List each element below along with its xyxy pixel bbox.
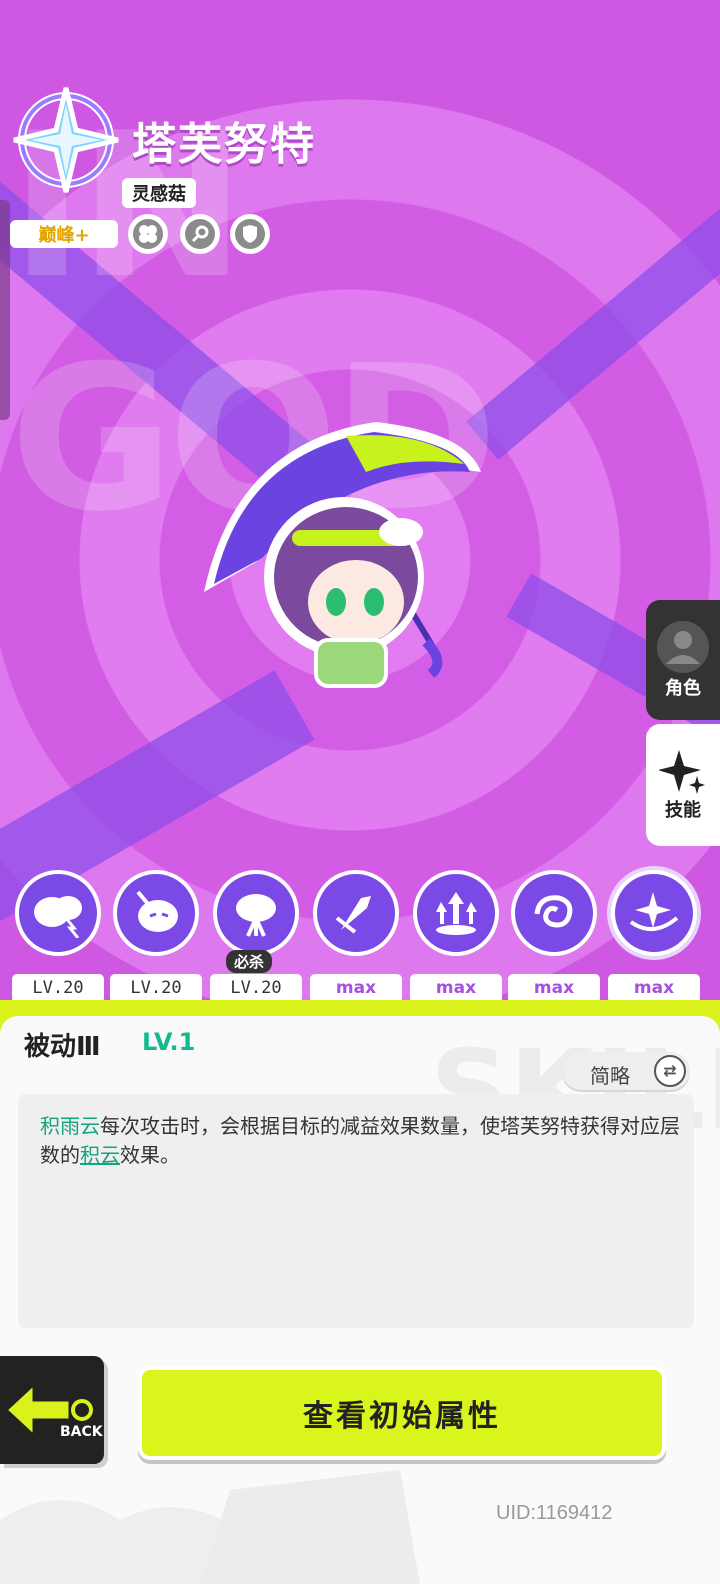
skill-slot-1[interactable]: LV.20	[12, 870, 104, 1002]
skill-description-box: 积雨云每次攻击时，会根据目标的减益效果数量，使塔芙努特获得对应层数的积云效果。	[18, 1094, 694, 1328]
magnifier-icon	[191, 225, 209, 243]
skill-level: LV.20	[110, 974, 202, 1002]
skill-slot-3[interactable]: 必杀 LV.20	[210, 870, 302, 1002]
cloud-burst-icon	[213, 870, 299, 956]
angry-cloud-icon	[113, 870, 199, 956]
trait-clover[interactable]	[128, 214, 168, 254]
skill-slot-7[interactable]: max	[608, 870, 700, 1002]
back-label: BACK	[60, 1424, 104, 1440]
skill-list: LV.20 LV.20 必杀 LV.20 max max max max	[0, 870, 720, 1010]
keyword-link[interactable]: 积云	[80, 1143, 120, 1167]
brief-toggle-button[interactable]: 简略 ⇄	[562, 1052, 690, 1090]
brief-toggle-label: 简略	[590, 1064, 630, 1088]
skill-slot-5[interactable]: max	[410, 870, 502, 1002]
back-arrow-icon: BACK	[3, 1380, 104, 1440]
skill-slot-4[interactable]: max	[310, 870, 402, 1002]
skill-slot-6[interactable]: max	[508, 870, 600, 1002]
character-sprite	[204, 422, 481, 688]
avatar-icon	[657, 621, 709, 673]
side-tab-role[interactable]: 角色	[646, 600, 720, 720]
clover-icon	[139, 225, 157, 243]
trait-magnifier[interactable]	[180, 214, 220, 254]
skill-level: LV.20	[210, 974, 302, 1002]
trait-shield[interactable]	[230, 214, 270, 254]
triple-arrow-icon	[413, 870, 499, 956]
sparkle-icon	[659, 750, 705, 794]
storm-cloud-icon	[15, 870, 101, 956]
emblem-icon	[13, 87, 119, 193]
character-name: 塔芙努特	[132, 119, 316, 170]
description-text: 效果。	[120, 1143, 180, 1167]
arrow-slash-icon	[313, 870, 399, 956]
left-edge-tab[interactable]	[0, 200, 10, 420]
skill-slot-2[interactable]: LV.20	[110, 870, 202, 1002]
swap-icon: ⇄	[654, 1055, 686, 1087]
skill-level: max	[310, 974, 402, 1002]
uid-label: UID:1169412	[496, 1502, 613, 1524]
side-nav: 角色 技能	[646, 600, 720, 846]
skill-title: 被动Ⅲ	[24, 1032, 101, 1062]
bottom-decoration	[0, 1470, 420, 1584]
skill-description: 积雨云每次攻击时，会根据目标的减益效果数量，使塔芙努特获得对应层数的积云效果。	[40, 1112, 680, 1170]
skill-detail-level: LV.1	[142, 1028, 196, 1056]
shield-icon	[243, 225, 257, 243]
side-tab-role-label: 角色	[665, 678, 701, 699]
sparkle-swirl-icon	[611, 870, 697, 956]
side-tab-skill[interactable]: 技能	[646, 724, 720, 846]
side-tab-skill-label: 技能	[665, 800, 701, 821]
rank-badge: 巅峰+	[10, 220, 118, 248]
vortex-icon	[511, 870, 597, 956]
character-tag: 灵感菇	[122, 178, 196, 208]
skill-level: max	[410, 974, 502, 1002]
character-stage: IN GOD 塔芙努特 灵感菇 巅峰+	[0, 0, 720, 1000]
keyword-link[interactable]: 积雨云	[40, 1114, 100, 1138]
back-button[interactable]: BACK	[0, 1356, 104, 1464]
skill-level: LV.20	[12, 974, 104, 1002]
view-initial-stats-button[interactable]: 查看初始属性	[138, 1366, 666, 1460]
ultimate-badge: 必杀	[226, 950, 273, 973]
skill-level: max	[508, 974, 600, 1002]
skill-level: max	[608, 974, 700, 1002]
